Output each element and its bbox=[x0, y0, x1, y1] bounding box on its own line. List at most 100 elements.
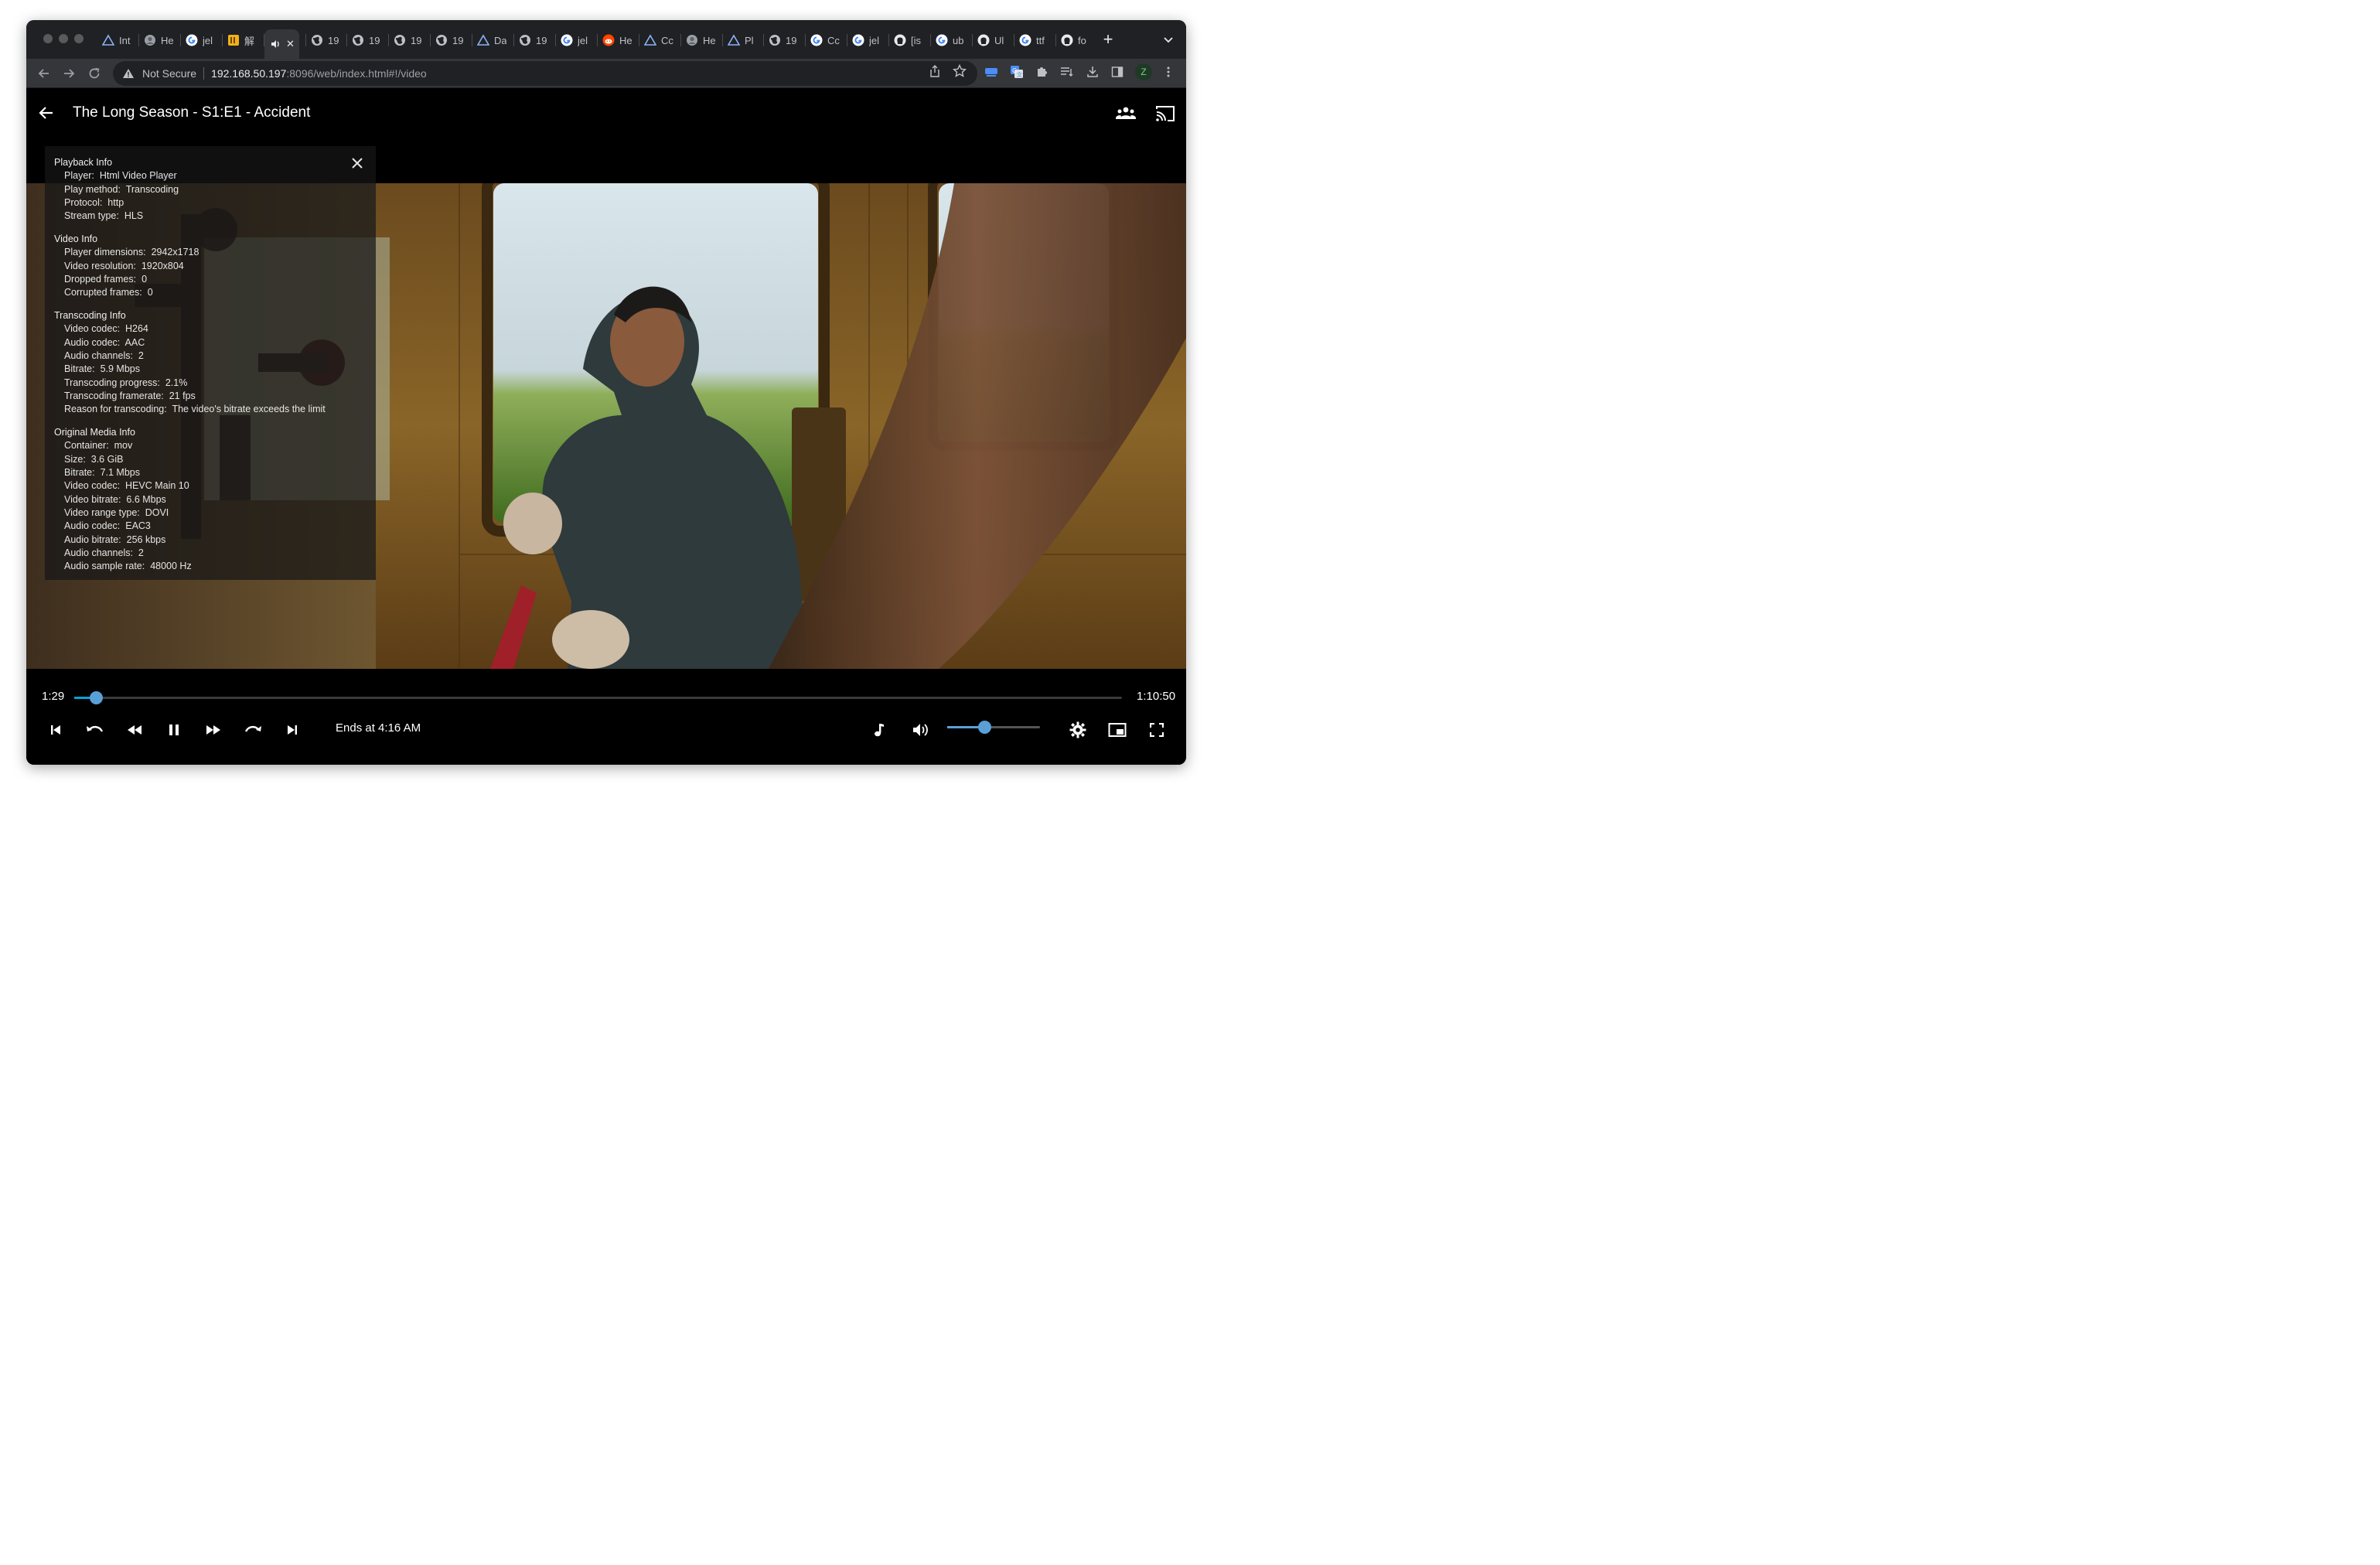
info-key: Audio codec: bbox=[64, 520, 121, 532]
picture-in-picture-icon[interactable] bbox=[1106, 718, 1129, 742]
info-value: Transcoding bbox=[125, 183, 179, 195]
info-value: mov bbox=[114, 440, 133, 452]
warning-icon bbox=[122, 67, 135, 80]
url-path: :8096/web/index.html#!/video bbox=[286, 67, 427, 80]
close-icon[interactable] bbox=[349, 155, 365, 171]
browser-tab[interactable]: jel bbox=[186, 29, 215, 51]
new-tab-button[interactable]: + bbox=[1100, 31, 1117, 48]
browser-tab[interactable]: ✕ bbox=[264, 29, 299, 59]
tab-search-icon[interactable] bbox=[1160, 31, 1177, 48]
info-row: Audio channels: 2 bbox=[54, 547, 376, 560]
browser-tab[interactable]: He bbox=[686, 29, 715, 51]
reload-icon[interactable] bbox=[84, 63, 104, 84]
github-icon bbox=[977, 34, 990, 46]
seek-bar[interactable] bbox=[74, 691, 1122, 704]
previous-track-icon[interactable] bbox=[44, 718, 67, 742]
browser-tab-title: He bbox=[619, 34, 632, 46]
player-header: The Long Season - S1:E1 - Accident bbox=[26, 88, 1186, 136]
tab-separator bbox=[1055, 34, 1056, 46]
globe-icon bbox=[311, 34, 323, 46]
info-value: HLS bbox=[124, 210, 144, 222]
download-icon[interactable] bbox=[1085, 64, 1100, 80]
profile-avatar[interactable]: Z bbox=[1135, 63, 1152, 80]
browser-tab[interactable]: 19 bbox=[311, 29, 340, 51]
github-icon bbox=[1061, 34, 1073, 46]
browser-tab[interactable]: jel bbox=[561, 29, 590, 51]
browser-tab[interactable]: Int bbox=[102, 29, 131, 51]
tab-separator bbox=[888, 34, 889, 46]
next-track-icon[interactable] bbox=[281, 718, 304, 742]
window-minimize-button[interactable] bbox=[59, 34, 68, 43]
info-value: 2.1% bbox=[165, 377, 188, 388]
extension-icon[interactable] bbox=[984, 64, 999, 80]
browser-tab[interactable]: Ul bbox=[977, 29, 1007, 51]
seek-bar-thumb[interactable] bbox=[90, 691, 104, 704]
browser-tab[interactable]: Da bbox=[477, 29, 506, 51]
fullscreen-icon[interactable] bbox=[1145, 718, 1168, 742]
info-key: Audio channels: bbox=[64, 350, 133, 362]
tab-close-icon[interactable]: ✕ bbox=[286, 38, 295, 50]
tab-separator bbox=[597, 34, 598, 46]
settings-gear-icon[interactable] bbox=[1066, 718, 1089, 742]
security-label[interactable]: Not Secure bbox=[142, 67, 196, 80]
browser-tab[interactable]: 19 bbox=[394, 29, 423, 51]
info-key: Protocol: bbox=[64, 196, 103, 208]
info-row: Audio bitrate: 256 kbps bbox=[54, 534, 376, 547]
back-icon[interactable] bbox=[34, 63, 54, 84]
browser-tab[interactable]: ttf bbox=[1019, 29, 1048, 51]
replay-icon[interactable] bbox=[84, 718, 107, 742]
url-host: 192.168.50.197 bbox=[211, 67, 287, 80]
window-maximize-button[interactable] bbox=[74, 34, 84, 43]
tab-separator bbox=[138, 34, 139, 46]
google-icon bbox=[561, 34, 573, 46]
browser-tab[interactable]: Cc bbox=[644, 29, 673, 51]
browser-tab[interactable]: He bbox=[602, 29, 632, 51]
info-section: Video Info Player dimensions: 2942x1718 Vi… bbox=[54, 233, 376, 299]
redo-icon[interactable] bbox=[241, 718, 264, 742]
info-row: Audio channels: 2 bbox=[54, 349, 376, 363]
video-title: The Long Season - S1:E1 - Accident bbox=[73, 104, 311, 121]
translate-icon[interactable]: G文 bbox=[1009, 64, 1025, 80]
window-close-button[interactable] bbox=[43, 34, 53, 43]
video-player[interactable]: The Long Season - S1:E1 - Accident Playb… bbox=[26, 88, 1186, 765]
bookmark-star-icon[interactable] bbox=[952, 63, 967, 79]
browser-tab-title: 19 bbox=[369, 34, 380, 46]
info-value: Html Video Player bbox=[99, 170, 177, 182]
menu-kebab-icon[interactable] bbox=[1161, 64, 1176, 80]
fast-forward-icon[interactable] bbox=[202, 718, 225, 742]
browser-tab[interactable]: Pl bbox=[728, 29, 757, 51]
browser-tab[interactable]: Cc bbox=[810, 29, 840, 51]
browser-tab[interactable]: 解 bbox=[227, 29, 257, 51]
browser-tab[interactable]: He bbox=[144, 29, 173, 51]
browser-tab[interactable]: 19 bbox=[435, 29, 465, 51]
current-time: 1:29 bbox=[42, 690, 65, 703]
puzzle-icon[interactable] bbox=[1034, 64, 1049, 80]
info-row: Audio sample rate: 48000 Hz bbox=[54, 560, 376, 573]
forward-icon[interactable] bbox=[59, 63, 79, 84]
info-section-heading: Original Media Info bbox=[54, 427, 135, 438]
browser-tab[interactable]: jel bbox=[852, 29, 881, 51]
side-panel-icon[interactable] bbox=[1110, 64, 1125, 80]
syncplay-group-icon[interactable] bbox=[1115, 105, 1137, 122]
reading-list-icon[interactable] bbox=[1059, 64, 1075, 80]
avatar-icon bbox=[144, 34, 156, 46]
pause-icon[interactable] bbox=[162, 718, 186, 742]
volume-icon[interactable] bbox=[909, 718, 933, 742]
browser-tab[interactable]: ub bbox=[936, 29, 965, 51]
audio-track-icon[interactable] bbox=[867, 718, 890, 742]
info-row: Reason for transcoding: The video's bitr… bbox=[54, 403, 376, 416]
cast-icon[interactable] bbox=[1155, 104, 1175, 123]
browser-tab[interactable]: [is bbox=[894, 29, 923, 51]
browser-tab[interactable]: 19 bbox=[352, 29, 381, 51]
browser-tab[interactable]: 19 bbox=[769, 29, 798, 51]
browser-tab[interactable]: 19 bbox=[519, 29, 548, 51]
tab-separator bbox=[513, 34, 514, 46]
back-arrow-icon[interactable] bbox=[37, 104, 56, 122]
browser-tab[interactable]: fo bbox=[1061, 29, 1090, 51]
volume-slider-thumb[interactable] bbox=[978, 721, 991, 734]
address-bar[interactable]: Not Secure 192.168.50.197:8096/web/index… bbox=[113, 61, 977, 86]
volume-slider[interactable] bbox=[947, 721, 1040, 734]
info-value: 21 fps bbox=[169, 390, 196, 401]
share-icon[interactable] bbox=[927, 63, 943, 79]
rewind-icon[interactable] bbox=[123, 718, 146, 742]
